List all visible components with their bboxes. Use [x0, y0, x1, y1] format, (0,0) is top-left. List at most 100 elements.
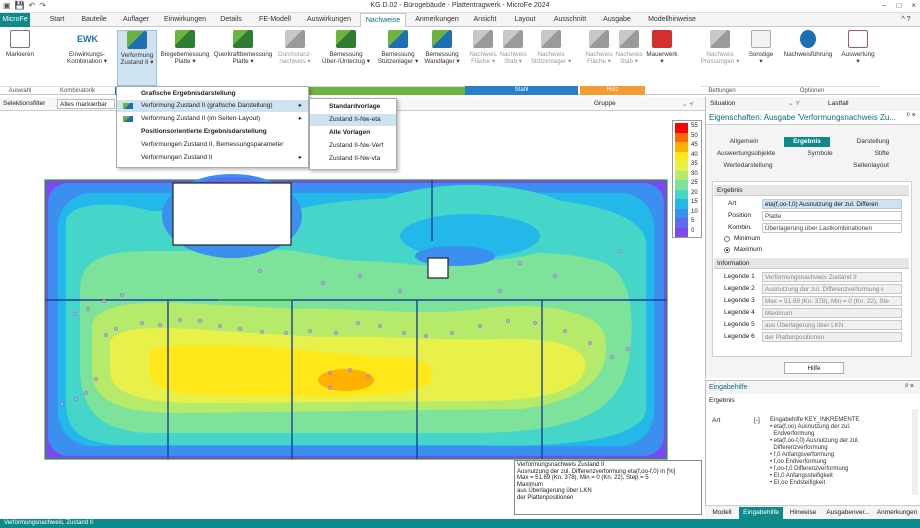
bemessung-stuetzenlager-button[interactable]: Bemessung Stützenlager ▾	[375, 30, 421, 86]
legend-value-20: 20	[691, 189, 698, 196]
submenu-arrow-icon: ▸	[298, 115, 302, 122]
gruppe-dropdown-icon[interactable]: ⌄ ⁴⁄	[682, 100, 693, 108]
art-select[interactable]: eta(f,oo-f,0) Ausnutzung der zul. Differ…	[762, 199, 902, 209]
ptab-stifte[interactable]: Stifte	[862, 149, 902, 159]
legende-5-field[interactable]: aus Überlagerung über LKN	[762, 320, 902, 330]
submenu-item-nw-verf[interactable]: Zustand II-Nw-Verf	[310, 140, 396, 152]
tab-einwirkungen[interactable]: Einwirkungen	[160, 13, 210, 27]
bemessung-unterzug-button[interactable]: Bemessung Über-/Unterzug ▾	[318, 30, 374, 86]
tab-ausschnitt[interactable]: Ausschnitt	[548, 13, 592, 27]
minimize-button[interactable]: –	[882, 1, 886, 10]
selektionsfilter-select[interactable]: Alles markierbar	[57, 99, 115, 109]
durchstanznachweis-button[interactable]: Durchstanz- nachweis ▾	[274, 30, 316, 86]
menu-item-seiten-layout[interactable]: Verformung Zustand II (im Seiten-Layout)…	[117, 113, 308, 125]
tab-anmerkungen[interactable]: Anmerkungen	[412, 13, 462, 27]
close-button[interactable]: ×	[911, 1, 916, 10]
verformung-icon	[123, 103, 133, 109]
tab-auflager[interactable]: Auflager	[118, 13, 154, 27]
ptab-wertedarstellung[interactable]: Wertedarstellung	[718, 161, 778, 171]
menu-item-bemessungsparameter[interactable]: Verformungen Zustand II, Bemessungsparam…	[117, 139, 308, 151]
ptab-seitenlayout[interactable]: Seitenlayout	[844, 161, 898, 171]
column-symbol	[427, 257, 449, 279]
legende-1-field[interactable]: Verformungsnachweis Zustand II	[762, 272, 902, 282]
legend-value-0: 0	[691, 227, 695, 234]
querkraft-icon	[233, 30, 253, 48]
markieren-button[interactable]: Markieren	[2, 30, 38, 86]
legend-swatch-0	[675, 227, 688, 237]
kombin-select[interactable]: Überlagerung über Lastkombinationen	[762, 223, 902, 233]
maximize-button[interactable]: □	[896, 1, 901, 10]
help-collapse-marker[interactable]: [-]	[754, 417, 760, 424]
stahl-nachweis-flaeche-button[interactable]: Nachweis Fläche ▾	[468, 30, 498, 86]
mauerwerk-button[interactable]: Mauerwerk ▾	[644, 30, 680, 86]
stahl-nachweis-stab-button[interactable]: Nachweis Stab ▾	[499, 30, 527, 86]
group-auswahl: Auswahl	[0, 86, 40, 95]
ptab-symbole[interactable]: Symbole	[800, 149, 840, 159]
tab-microfe[interactable]: MicroFe	[0, 13, 30, 27]
legende-6-field[interactable]: der Plattenpositionen	[762, 332, 902, 342]
maximum-radio[interactable]	[724, 247, 730, 253]
tab-start[interactable]: Start	[44, 13, 70, 27]
holz-nachweis-stab-button[interactable]: Nachweis Stab ▾	[615, 30, 643, 86]
btab-eingabehilfe[interactable]: Eingabehilfe	[739, 507, 783, 519]
legend-swatch-30	[675, 170, 688, 180]
ptab-auswertungsobjekte[interactable]: Auswertungsobjekte	[714, 149, 778, 159]
bemessung-wandlager-button[interactable]: Bemessung Wandlager ▾	[422, 30, 462, 86]
submenu-item-nw-vta[interactable]: Zustand II-Nw-vta	[310, 153, 396, 165]
btab-modell[interactable]: Modell	[707, 507, 737, 519]
tab-modellhinweise[interactable]: Modellhinweise	[642, 13, 702, 27]
tab-nachweise[interactable]: Nachweise	[360, 13, 406, 27]
stahl-flaeche-icon	[473, 30, 493, 48]
legende-4-field[interactable]: Maximum	[762, 308, 902, 318]
tab-details[interactable]: Details	[216, 13, 246, 27]
stahl-nachweis-stuetzenlager-button[interactable]: Nachweis Stützenlager ▾	[528, 30, 574, 86]
tab-ausgabe[interactable]: Ausgabe	[598, 13, 636, 27]
nachweisfuehrung-button[interactable]: Nachweisführung	[778, 30, 838, 86]
close-pane-icon[interactable]: ᵖ ×	[907, 112, 916, 119]
nachweis-pressungen-button[interactable]: Nachweis Pressungen ▾	[700, 30, 740, 86]
help-icon[interactable]: ^ ?	[896, 13, 916, 27]
ptab-darstellung[interactable]: Darstellung	[848, 137, 898, 147]
btab-hinweise[interactable]: Hinweise	[785, 507, 821, 519]
einwirkungs-kombination-button[interactable]: EWK Einwirkungs- Kombination ▾	[62, 30, 112, 86]
graphics-canvas[interactable]	[0, 111, 705, 519]
tab-auswirkungen[interactable]: Auswirkungen	[304, 13, 354, 27]
filter-icon[interactable]: ⌄ ⁴⁄	[788, 97, 799, 111]
holz-nachweis-flaeche-button[interactable]: Nachweis Fläche ▾	[584, 30, 614, 86]
tab-layout[interactable]: Layout	[508, 13, 542, 27]
biegebemessung-button[interactable]: Biegebemessung Platte ▾	[158, 30, 212, 86]
submenu-arrow-icon: ▸	[298, 102, 302, 109]
menu-item-verformungen[interactable]: Verformungen Zustand II ▸	[117, 152, 308, 164]
verformung-zustand-ii-button[interactable]: Verformung Zustand II ▾	[117, 30, 157, 86]
ptab-allgemein[interactable]: Allgemein	[724, 137, 764, 147]
legend-swatch-50	[675, 132, 688, 142]
position-select[interactable]: Platte	[762, 211, 902, 221]
legend-swatch-5	[675, 218, 688, 228]
tab-fe-modell[interactable]: FE-Modell	[252, 13, 298, 27]
legend-swatch-20	[675, 189, 688, 199]
cursor-icon	[10, 30, 30, 48]
close-help-icon[interactable]: ᵖ ×	[905, 383, 914, 390]
legend-value-40: 40	[691, 151, 698, 158]
legende-3-field[interactable]: Max = 51.69 (Kn. 378), Min = 0 (Kn. 22),…	[762, 296, 902, 306]
legend-value-15: 15	[691, 199, 698, 205]
ptab-ergebnis[interactable]: Ergebnis	[784, 137, 830, 147]
auswertung-button[interactable]: Auswertung ▾	[838, 30, 878, 86]
querkraftbemessung-button[interactable]: Querkraftbemessung Platte ▾	[213, 30, 273, 86]
help-scrollbar[interactable]	[912, 409, 918, 495]
menu-item-grafische-darstellung[interactable]: Verformung Zustand II (grafische Darstel…	[117, 100, 308, 112]
btab-ausgabenver[interactable]: Ausgabenver...	[823, 507, 873, 519]
sonstige-button[interactable]: Sonstige ▾	[744, 30, 778, 86]
situation-bar: Situation ⌄ ⁴⁄ Lastfall	[706, 97, 920, 111]
btab-anmerkungen[interactable]: Anmerkungen	[875, 507, 919, 519]
legend-swatch-25	[675, 180, 688, 190]
help-subtitle: Ergebnis	[709, 397, 735, 404]
submenu-item-nw-eta[interactable]: Zustand II-Nw-eta	[310, 114, 396, 126]
hilfe-button[interactable]: Hilfe	[784, 362, 844, 374]
window-title: KG.D.02 - Bürogebäude - Plattentragwerk …	[370, 2, 550, 9]
help-title: Eingabehilfe	[706, 381, 920, 394]
legende-2-field[interactable]: Ausnutzung der zul. Differenzverformung …	[762, 284, 902, 294]
tab-bauteile[interactable]: Bauteile	[76, 13, 112, 27]
tab-ansicht[interactable]: Ansicht	[468, 13, 502, 27]
minimum-radio[interactable]	[724, 236, 730, 242]
